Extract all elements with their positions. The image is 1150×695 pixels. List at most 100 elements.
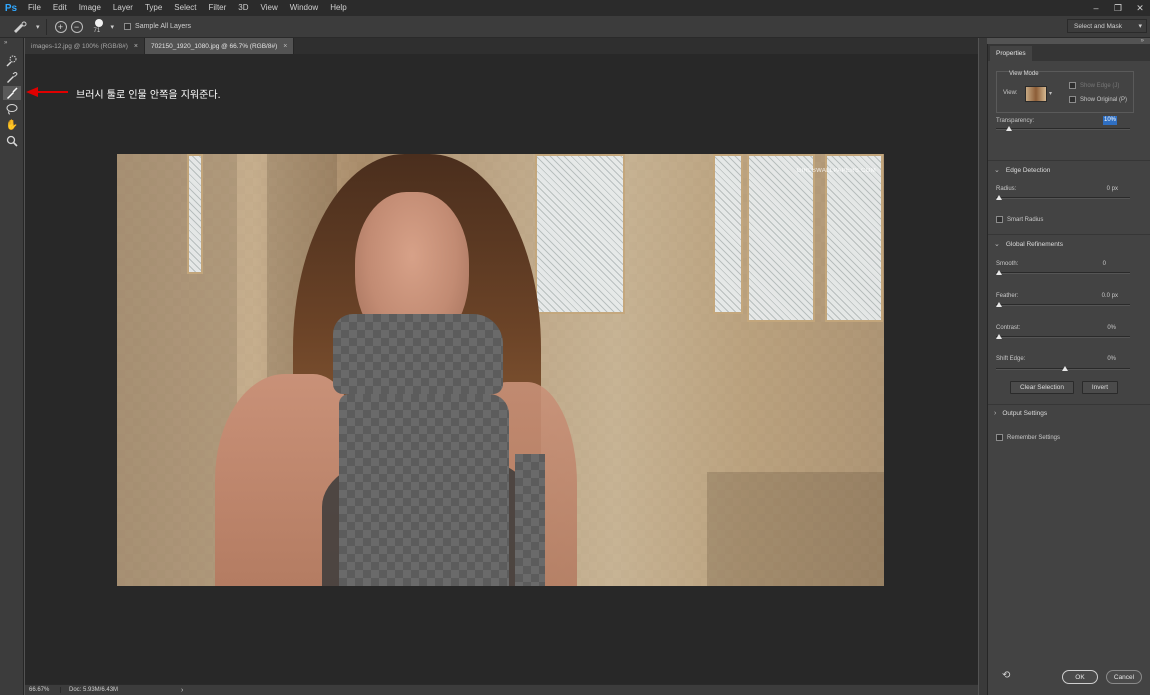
feather-label: Feather: <box>996 293 1019 299</box>
refine-brush-tool-preset-icon[interactable] <box>6 18 34 36</box>
checkbox-box[interactable] <box>1069 96 1076 103</box>
invert-button[interactable]: Invert <box>1082 381 1118 394</box>
contrast-label: Contrast: <box>996 325 1021 331</box>
erased-area-side <box>515 454 545 586</box>
remember-settings-label: Remember Settings <box>1007 434 1061 441</box>
tab-images-12[interactable]: images-12.jpg @ 100% (RGB/8#) × <box>25 38 146 54</box>
show-original-label: Show Original (P) <box>1080 96 1128 103</box>
tool-preset-caret-icon[interactable]: ▾ <box>36 23 40 31</box>
clear-selection-button[interactable]: Clear Selection <box>1010 381 1074 394</box>
sample-all-layers-checkbox[interactable]: Sample All Layers <box>124 23 191 30</box>
contrast-slider-thumb[interactable] <box>996 334 1002 339</box>
checkbox-box[interactable] <box>996 434 1003 441</box>
workspace-select-label: Select and Mask <box>1074 22 1123 30</box>
show-edge-label: Show Edge (J) <box>1080 82 1120 89</box>
panel-tabbar: Properties <box>988 44 1150 61</box>
tab-properties[interactable]: Properties <box>990 46 1032 61</box>
menu-3d[interactable]: 3D <box>232 0 254 16</box>
menu-image[interactable]: Image <box>73 0 107 16</box>
smooth-slider-thumb[interactable] <box>996 270 1002 275</box>
close-tab-icon[interactable]: × <box>283 43 287 50</box>
transparency-slider-track[interactable] <box>996 128 1130 130</box>
feather-value[interactable]: 0.0 px <box>1088 293 1118 299</box>
smart-radius-checkbox[interactable]: Smart Radius <box>996 216 1043 223</box>
checkbox-box[interactable] <box>124 23 132 30</box>
canvas-area[interactable]: GIRLSWALLPAPERS.COM <box>25 54 978 684</box>
view-mode-group: View Mode View: ▾ Show Edge (J) Show Ori… <box>996 71 1134 113</box>
divider <box>988 160 1150 161</box>
brush-tip-icon <box>94 18 103 27</box>
refine-edge-brush-tool-icon[interactable] <box>3 70 21 84</box>
doc-size: Doc: 5.93M/6.43M <box>69 687 119 693</box>
chevron-down-icon[interactable]: ▾ <box>1049 90 1052 97</box>
menu-type[interactable]: Type <box>139 0 168 16</box>
checkbox-box[interactable] <box>1069 82 1076 89</box>
feather-slider-track[interactable] <box>996 304 1130 306</box>
close-tab-icon[interactable]: × <box>134 43 138 50</box>
menu-file[interactable]: File <box>22 0 47 16</box>
status-more-icon[interactable]: › <box>181 687 183 694</box>
window-mid <box>713 154 743 314</box>
panel-dock-strip <box>979 38 987 695</box>
close-icon[interactable]: ✕ <box>1134 3 1146 14</box>
minimize-icon[interactable]: – <box>1090 3 1102 13</box>
output-settings-header[interactable]: › Output Settings <box>994 410 1047 417</box>
expand-detection-plus-icon[interactable]: + <box>54 20 67 33</box>
shift-edge-value[interactable]: 0% <box>1088 356 1116 362</box>
restore-icon[interactable]: ❐ <box>1112 3 1124 14</box>
lasso-tool-icon[interactable] <box>3 102 21 116</box>
smooth-label: Smooth: <box>996 261 1019 267</box>
menu-window[interactable]: Window <box>284 0 324 16</box>
edge-detection-title: Edge Detection <box>1005 166 1051 174</box>
view-label: View: <box>1003 90 1018 96</box>
erased-area-chest <box>339 394 509 586</box>
contrast-value[interactable]: 0% <box>1088 325 1116 331</box>
menu-layer[interactable]: Layer <box>107 0 139 16</box>
ok-button[interactable]: OK <box>1062 670 1098 684</box>
divider <box>988 404 1150 405</box>
brush-tool-icon[interactable] <box>3 86 21 100</box>
contract-detection-minus-icon[interactable]: − <box>70 20 83 33</box>
contrast-slider-track[interactable] <box>996 336 1130 338</box>
feather-slider-thumb[interactable] <box>996 302 1002 307</box>
menu-view[interactable]: View <box>255 0 284 16</box>
quick-selection-tool-icon[interactable] <box>3 54 21 68</box>
smooth-slider-track[interactable] <box>996 272 1130 274</box>
radius-value[interactable]: 0 px <box>1088 186 1118 192</box>
menu-select[interactable]: Select <box>168 0 202 16</box>
chevron-down-icon: ⌄ <box>994 241 1000 248</box>
zoom-level[interactable]: 66.67% <box>25 687 61 693</box>
chevron-down-icon: ▾ <box>1138 23 1142 30</box>
brush-size-caret-icon[interactable]: ▾ <box>111 23 115 31</box>
brush-size-picker[interactable]: 71 <box>91 17 109 37</box>
sample-all-layers-label: Sample All Layers <box>135 23 192 30</box>
radius-slider-track[interactable] <box>996 197 1130 199</box>
menu-help[interactable]: Help <box>324 0 352 16</box>
watermark-text: GIRLSWALLPAPERS.COM <box>796 168 876 174</box>
erased-area-neck <box>333 314 503 394</box>
edge-detection-header[interactable]: ⌄ Edge Detection <box>994 166 1051 175</box>
workspace-select[interactable]: Select and Mask ▾ <box>1067 19 1147 33</box>
remember-settings-checkbox[interactable]: Remember Settings <box>996 434 1060 441</box>
checkbox-box[interactable] <box>996 216 1003 223</box>
transparency-value[interactable]: 10% <box>1103 116 1117 125</box>
document-image[interactable]: GIRLSWALLPAPERS.COM <box>117 154 884 586</box>
cancel-button[interactable]: Cancel <box>1106 670 1142 684</box>
photoshop-logo: Ps <box>4 2 18 14</box>
reset-workspace-icon[interactable]: ⟲ <box>1002 670 1010 681</box>
radius-slider-thumb[interactable] <box>996 195 1002 200</box>
hand-tool-icon[interactable]: ✋ <box>3 118 21 132</box>
show-original-checkbox[interactable]: Show Original (P) <box>1069 96 1127 103</box>
show-edge-checkbox[interactable]: Show Edge (J) <box>1069 82 1119 89</box>
transparency-slider-thumb[interactable] <box>1006 126 1013 131</box>
smooth-value[interactable]: 0 <box>1088 261 1106 267</box>
menu-edit[interactable]: Edit <box>47 0 73 16</box>
shift-edge-slider-thumb[interactable] <box>1062 366 1068 371</box>
global-refinements-header[interactable]: ⌄ Global Refinements <box>994 240 1063 249</box>
zoom-tool-icon[interactable] <box>3 134 21 148</box>
tab-702150[interactable]: 702150_1920_1080.jpg @ 66.7% (RGB/8#) × <box>145 38 295 54</box>
collapse-toolbar-icon[interactable]: » <box>4 40 7 46</box>
window-right-a <box>747 154 815 322</box>
menu-filter[interactable]: Filter <box>203 0 233 16</box>
view-mode-thumbnail[interactable] <box>1025 86 1047 102</box>
